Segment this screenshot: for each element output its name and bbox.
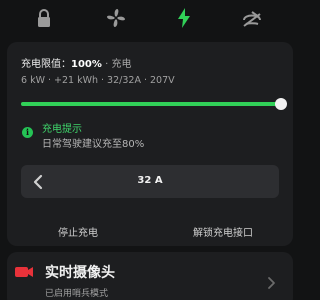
unlock-charge-port-button[interactable]: 解锁充电接口 bbox=[193, 224, 253, 239]
charge-limit-value: 100% bbox=[71, 59, 102, 70]
lock-icon[interactable] bbox=[32, 6, 56, 30]
camera-title: 实时摄像头 bbox=[45, 265, 115, 281]
charging-status: 充电 bbox=[111, 59, 132, 70]
fan-icon[interactable] bbox=[104, 6, 128, 30]
tip-text: 日常驾驶建议充至80% bbox=[42, 139, 145, 150]
amperage-value: 32 A bbox=[137, 175, 163, 186]
slider-fill bbox=[21, 102, 281, 106]
top-nav bbox=[0, 0, 300, 36]
decrease-amps-button[interactable] bbox=[28, 171, 48, 193]
stop-charging-button[interactable]: 停止充电 bbox=[58, 224, 98, 239]
tire-pressure-icon[interactable] bbox=[240, 6, 264, 30]
slider-thumb[interactable] bbox=[275, 98, 287, 110]
tip-title: 充电提示 bbox=[42, 124, 82, 135]
chevron-right-icon bbox=[266, 276, 276, 290]
separator-dot: · bbox=[105, 59, 109, 70]
camera-subtitle: 已启用哨兵模式 bbox=[45, 289, 109, 299]
charge-limit-line: 充电限值：100% · 充电 bbox=[21, 55, 131, 70]
charging-bolt-icon[interactable] bbox=[172, 6, 196, 30]
charge-limit-slider[interactable] bbox=[21, 98, 287, 110]
charging-stats: 6 kW · +21 kWh · 32/32A · 207V bbox=[21, 75, 175, 86]
info-icon: i bbox=[22, 127, 33, 138]
charge-limit-label: 充电限值： bbox=[21, 59, 71, 70]
camera-icon bbox=[14, 264, 34, 280]
